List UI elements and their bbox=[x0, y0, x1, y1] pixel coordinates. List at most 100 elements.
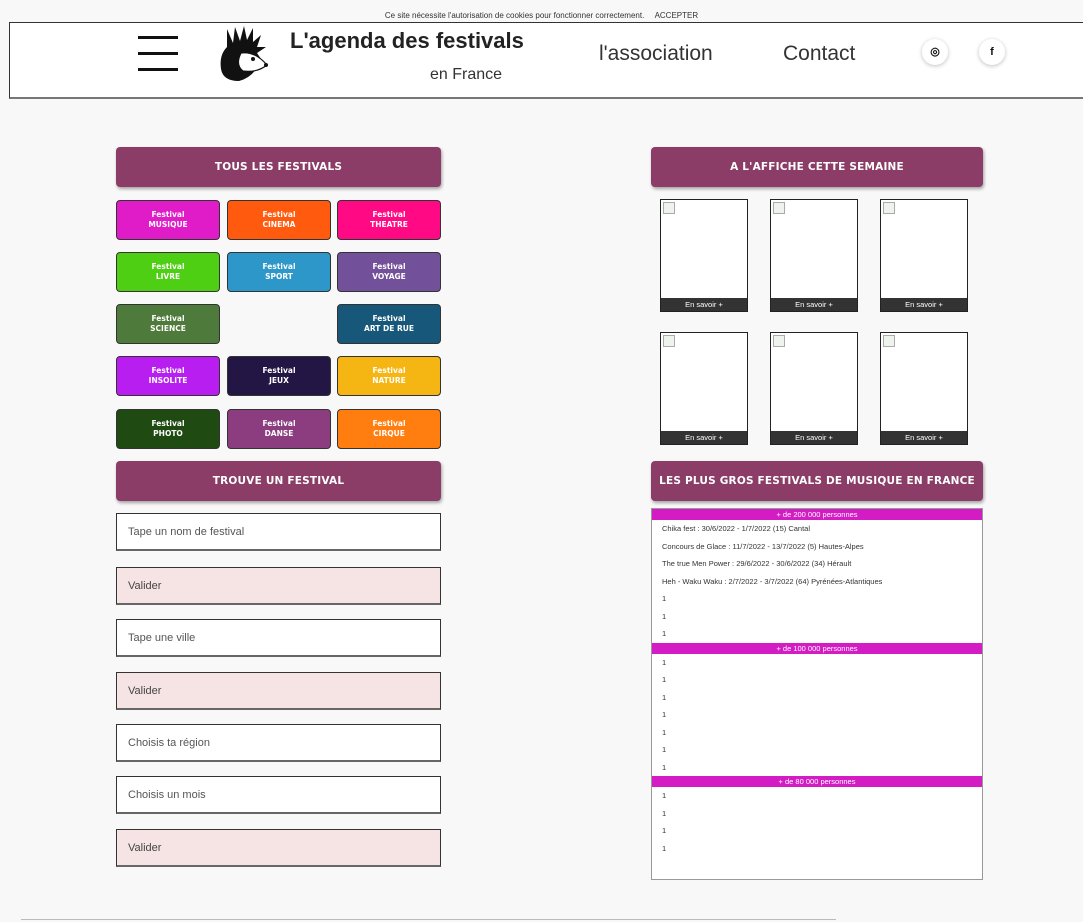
category-button-musique[interactable]: Festival MUSIQUE bbox=[116, 200, 220, 240]
category-button-insolite[interactable]: Festival INSOLITE bbox=[116, 356, 220, 396]
festival-list-item: 1 bbox=[662, 629, 667, 638]
region-select[interactable]: Choisis ta région bbox=[116, 724, 441, 762]
all-festivals-header: TOUS LES FESTIVALS bbox=[116, 147, 441, 187]
biggest-festivals-list: + de 200 000 personnes Chika fest : 30/6/… bbox=[651, 508, 983, 880]
nav-contact-link[interactable]: Contact bbox=[783, 42, 855, 66]
festival-list-item: 1 bbox=[662, 675, 667, 684]
category-button-voyage[interactable]: Festival VOYAGE bbox=[337, 252, 441, 292]
site-header: L'agenda des festivals en France l'assoc… bbox=[9, 22, 1083, 99]
broken-image-icon bbox=[663, 202, 675, 214]
learn-more-button[interactable]: En savoir + bbox=[881, 298, 967, 311]
festival-list-item[interactable]: Chika fest : 30/6/2022 - 1/7/2022 (15) C… bbox=[652, 520, 982, 538]
category-button-line1: Festival bbox=[372, 209, 406, 219]
cookie-accept-button[interactable]: ACCEPTER bbox=[655, 11, 699, 20]
event-card[interactable]: En savoir + bbox=[880, 199, 968, 312]
broken-image-icon bbox=[773, 202, 785, 214]
cookie-message: Ce site nécessite l'autorisation de cook… bbox=[384, 11, 645, 20]
site-subtitle: en France bbox=[430, 66, 503, 83]
event-card[interactable]: En savoir + bbox=[770, 199, 858, 312]
festival-list-item: 1 bbox=[662, 594, 667, 603]
category-button-line1: Festival bbox=[151, 365, 185, 375]
category-button-line2: VOYAGE bbox=[372, 272, 406, 281]
category-button-line1: Festival bbox=[262, 365, 296, 375]
category-button-art-de-rue[interactable]: Festival ART DE RUE bbox=[337, 304, 441, 344]
festival-list-item: 1 bbox=[662, 727, 667, 737]
instagram-icon[interactable]: ◎ bbox=[922, 39, 948, 65]
hamburger-menu-icon[interactable] bbox=[138, 36, 178, 72]
category-button-danse[interactable]: Festival DANSE bbox=[227, 409, 331, 449]
biggest-festivals-header: LES PLUS GROS FESTIVALS DE MUSIQUE EN FR… bbox=[651, 461, 983, 501]
category-button-line1: Festival bbox=[372, 365, 406, 375]
site-title[interactable]: L'agenda des festivals bbox=[290, 28, 524, 54]
broken-image-icon bbox=[663, 335, 675, 347]
find-festival-header: TROUVE UN FESTIVAL bbox=[116, 461, 441, 501]
broken-image-icon bbox=[773, 335, 785, 347]
category-button-line1: Festival bbox=[372, 418, 406, 428]
category-button-cinema[interactable]: Festival CINEMA bbox=[227, 200, 331, 240]
festival-list-item: 1 bbox=[662, 710, 667, 719]
learn-more-button[interactable]: En savoir + bbox=[771, 298, 857, 311]
category-button-science[interactable]: Festival SCIENCE bbox=[116, 304, 220, 344]
festival-list-item[interactable]: The true Men Power : 29/6/2022 - 30/6/20… bbox=[652, 555, 982, 573]
learn-more-button[interactable]: En savoir + bbox=[661, 298, 747, 311]
validate-city-button[interactable]: Valider bbox=[116, 672, 441, 710]
category-button-line2: PHOTO bbox=[153, 429, 183, 438]
category-button-theatre[interactable]: Festival THEATRE bbox=[337, 200, 441, 240]
category-button-line1: Festival bbox=[262, 261, 296, 271]
validate-name-button[interactable]: Valider bbox=[116, 567, 441, 605]
category-button-line2: JEUX bbox=[269, 376, 289, 385]
category-button-line2: CINEMA bbox=[262, 220, 296, 229]
attendance-tier-bar: + de 200 000 personnes bbox=[652, 509, 982, 520]
festival-list-item: 1 bbox=[662, 808, 667, 818]
festival-list-item: 1 bbox=[662, 745, 667, 754]
category-button-line1: Festival bbox=[151, 418, 185, 428]
validate-filters-button[interactable]: Valider bbox=[116, 829, 441, 867]
attendance-tier-bar: + de 80 000 personnes bbox=[652, 776, 982, 787]
category-button-line2: NATURE bbox=[372, 376, 406, 385]
category-button-line2: THEATRE bbox=[370, 220, 408, 229]
category-button-line1: Festival bbox=[262, 209, 296, 219]
event-card[interactable]: En savoir + bbox=[770, 332, 858, 445]
event-card[interactable]: En savoir + bbox=[660, 199, 748, 312]
category-button-line1: Festival bbox=[151, 313, 185, 323]
category-button-jeux[interactable]: Festival JEUX bbox=[227, 356, 331, 396]
category-button-sport[interactable]: Festival SPORT bbox=[227, 252, 331, 292]
this-week-header: A L'AFFICHE CETTE SEMAINE bbox=[651, 147, 983, 187]
cookie-banner: Ce site nécessite l'autorisation de cook… bbox=[0, 11, 1083, 20]
festival-list-item: 1 bbox=[662, 611, 667, 621]
category-button-line2: CIRQUE bbox=[373, 429, 405, 438]
category-button-line1: Festival bbox=[262, 418, 296, 428]
event-card[interactable]: En savoir + bbox=[880, 332, 968, 445]
festival-list-item: 1 bbox=[662, 762, 667, 772]
attendance-tier-bar: + de 100 000 personnes bbox=[652, 642, 982, 654]
festival-list-item: 1 bbox=[662, 826, 667, 835]
category-button-line2: INSOLITE bbox=[148, 376, 188, 385]
learn-more-button[interactable]: En savoir + bbox=[661, 431, 747, 444]
category-button-cirque[interactable]: Festival CIRQUE bbox=[337, 409, 441, 449]
month-select[interactable]: Choisis un mois bbox=[116, 776, 441, 814]
broken-image-icon bbox=[883, 202, 895, 214]
category-button-photo[interactable]: Festival PHOTO bbox=[116, 409, 220, 449]
festival-list-item: 1 bbox=[662, 657, 667, 667]
category-button-line1: Festival bbox=[372, 261, 406, 271]
facebook-icon[interactable]: f bbox=[979, 39, 1005, 65]
category-button-line2: LIVRE bbox=[155, 272, 181, 281]
category-button-livre[interactable]: Festival LIVRE bbox=[116, 252, 220, 292]
learn-more-button[interactable]: En savoir + bbox=[881, 431, 967, 444]
event-card[interactable]: En savoir + bbox=[660, 332, 748, 445]
festival-list-item[interactable]: Concours de Glace : 11/7/2022 - 13/7/202… bbox=[652, 538, 982, 556]
category-button-line2: ART DE RUE bbox=[364, 324, 414, 333]
hedgehog-logo-icon[interactable] bbox=[217, 25, 271, 85]
festival-list-item: 1 bbox=[662, 692, 667, 702]
nav-association-link[interactable]: l'association bbox=[599, 42, 713, 66]
category-button-line2: SPORT bbox=[265, 272, 293, 281]
category-button-nature[interactable]: Festival NATURE bbox=[337, 356, 441, 396]
festival-name-input[interactable]: Tape un nom de festival bbox=[116, 513, 441, 551]
city-input[interactable]: Tape une ville bbox=[116, 619, 441, 657]
festival-list-item: 1 bbox=[662, 843, 667, 853]
category-button-line1: Festival bbox=[151, 209, 185, 219]
category-button-line1: Festival bbox=[372, 313, 406, 323]
footer-divider bbox=[21, 919, 836, 920]
festival-list-item[interactable]: Heh - Waku Waku : 2/7/2022 - 3/7/2022 (6… bbox=[652, 573, 982, 591]
learn-more-button[interactable]: En savoir + bbox=[771, 431, 857, 444]
